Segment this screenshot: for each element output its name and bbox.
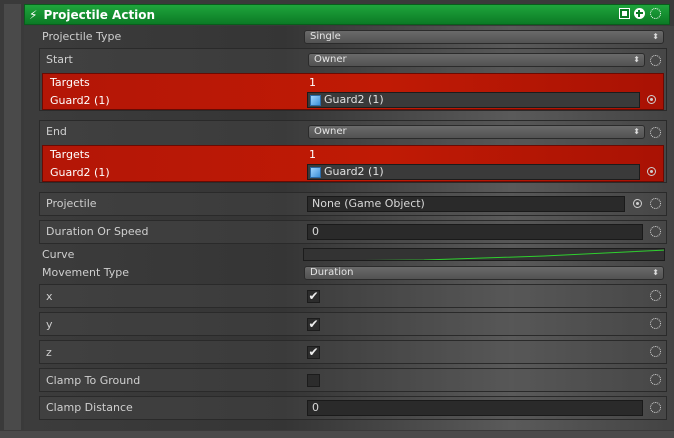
start-targets-count: 1 — [309, 76, 316, 89]
x-checkbox[interactable]: ✔ — [307, 290, 320, 303]
clamp-to-ground-checkbox[interactable] — [307, 374, 320, 387]
clamp-to-ground-reset-icon[interactable] — [650, 374, 661, 385]
start-object-picker-icon[interactable] — [647, 95, 656, 104]
projectile-type-value: Single — [310, 31, 341, 42]
projectile-type-label: Projectile Type — [42, 30, 122, 43]
component-header[interactable]: ⚡ Projectile Action — [24, 4, 670, 25]
end-object-picker-icon[interactable] — [647, 167, 656, 176]
end-target-item-label: Guard2 (1) — [50, 166, 110, 179]
cube-icon — [310, 94, 321, 106]
clamp-distance-field[interactable]: 0 — [307, 400, 643, 416]
header-add-icon[interactable] — [634, 8, 645, 19]
end-target-item-field[interactable]: Guard2 (1) — [307, 164, 640, 180]
movement-type-label: Movement Type — [42, 266, 130, 279]
dropdown-arrow-icon: ⬍ — [652, 268, 659, 277]
duration-field[interactable]: 0 — [307, 224, 643, 240]
end-value: Owner — [314, 126, 347, 137]
projectile-field[interactable]: None (Game Object) — [307, 196, 625, 212]
x-reset-icon[interactable] — [650, 290, 661, 301]
cube-icon — [310, 166, 321, 178]
x-row — [39, 284, 667, 308]
projectile-object-picker-icon[interactable] — [633, 199, 642, 208]
projectile-type-dropdown[interactable]: Single ⬍ — [304, 30, 664, 44]
x-label: x — [46, 290, 53, 303]
duration-label: Duration Or Speed — [46, 225, 149, 238]
end-dropdown[interactable]: Owner ⬍ — [308, 125, 645, 139]
y-checkbox[interactable]: ✔ — [307, 318, 320, 331]
end-targets-label: Targets — [50, 148, 90, 161]
movement-type-dropdown[interactable]: Duration ⬍ — [304, 266, 664, 280]
start-dropdown[interactable]: Owner ⬍ — [308, 53, 645, 67]
start-target-item-value: Guard2 (1) — [324, 93, 384, 106]
lightning-icon: ⚡ — [29, 7, 38, 22]
start-target-item-field[interactable]: Guard2 (1) — [307, 92, 640, 108]
bottom-bar — [0, 431, 674, 438]
end-target-item-value: Guard2 (1) — [324, 165, 384, 178]
start-target-item-label: Guard2 (1) — [50, 94, 110, 107]
end-targets-count: 1 — [309, 148, 316, 161]
clamp-to-ground-label: Clamp To Ground — [46, 374, 141, 387]
start-value: Owner — [314, 54, 347, 65]
projectile-reset-icon[interactable] — [650, 198, 661, 209]
curve-field[interactable] — [303, 248, 665, 261]
header-enable-toggle-icon[interactable] — [619, 8, 630, 19]
component-title: Projectile Action — [43, 7, 156, 22]
dropdown-arrow-icon: ⬍ — [633, 127, 640, 136]
z-label: z — [46, 346, 52, 359]
header-settings-icon[interactable] — [650, 8, 661, 19]
y-label: y — [46, 318, 53, 331]
z-reset-icon[interactable] — [650, 346, 661, 357]
z-row — [39, 340, 667, 364]
movement-type-value: Duration — [310, 267, 354, 278]
clamp-distance-reset-icon[interactable] — [650, 402, 661, 413]
curve-graph — [363, 249, 664, 260]
curve-label: Curve — [42, 248, 75, 261]
dropdown-arrow-icon: ⬍ — [633, 55, 640, 64]
start-reset-icon[interactable] — [650, 55, 661, 66]
z-checkbox[interactable]: ✔ — [307, 346, 320, 359]
end-reset-icon[interactable] — [650, 127, 661, 138]
duration-reset-icon[interactable] — [650, 226, 661, 237]
start-targets-label: Targets — [50, 76, 90, 89]
y-reset-icon[interactable] — [650, 318, 661, 329]
start-label: Start — [46, 53, 73, 66]
end-label: End — [46, 125, 67, 138]
y-row — [39, 312, 667, 336]
dropdown-arrow-icon: ⬍ — [652, 32, 659, 41]
left-gutter — [4, 4, 21, 430]
clamp-distance-label: Clamp Distance — [46, 401, 133, 414]
projectile-label: Projectile — [46, 197, 97, 210]
